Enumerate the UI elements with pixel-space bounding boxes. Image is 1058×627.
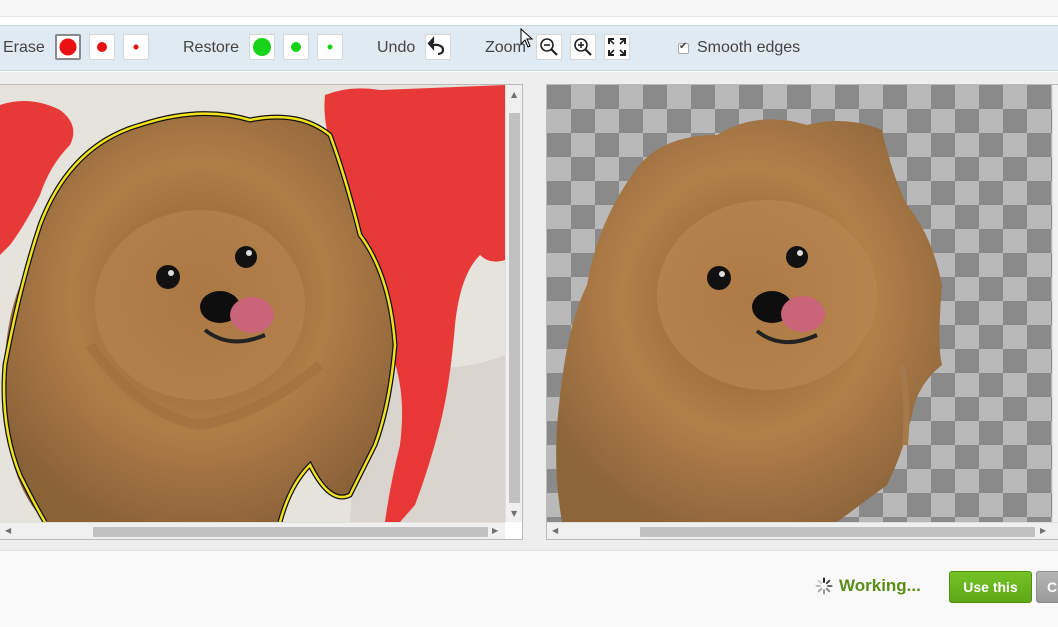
green-small-dot-icon xyxy=(327,44,333,50)
green-large-dot-icon xyxy=(253,38,271,56)
zoom-out-icon xyxy=(540,38,558,56)
image-editor: Erase Restore Undo Zoom ✔ Smooth edges ▲… xyxy=(0,0,1058,627)
left-vertical-scrollbar[interactable]: ▲ ▼ xyxy=(505,85,522,522)
scroll-right-arrow-icon[interactable]: ▶ xyxy=(1040,527,1046,535)
left-vertical-scroll-thumb[interactable] xyxy=(509,113,520,503)
erase-small-brush-button[interactable] xyxy=(123,34,149,60)
smooth-edges-label[interactable]: Smooth edges xyxy=(697,39,800,57)
right-horizontal-scroll-thumb[interactable] xyxy=(640,527,1035,537)
zoom-out-button[interactable] xyxy=(536,34,562,60)
scroll-right-arrow-icon[interactable]: ▶ xyxy=(492,527,498,535)
red-medium-dot-icon xyxy=(97,42,107,52)
right-horizontal-scrollbar[interactable]: ◀ ▶ xyxy=(547,522,1058,539)
zoom-in-icon xyxy=(574,38,592,56)
scroll-left-arrow-icon[interactable]: ◀ xyxy=(552,527,558,535)
green-medium-dot-icon xyxy=(291,42,301,52)
red-small-dot-icon xyxy=(133,44,139,50)
red-large-dot-icon xyxy=(59,38,77,56)
left-horizontal-scrollbar[interactable]: ◀ ▶ xyxy=(0,522,505,539)
top-strip xyxy=(0,0,1058,17)
edit-canvas-panel[interactable]: ▲ ▼ ◀ ▶ xyxy=(0,84,523,540)
use-this-button[interactable]: Use this xyxy=(949,571,1032,603)
mouse-pointer-icon xyxy=(520,28,534,48)
fit-to-screen-button[interactable] xyxy=(604,34,630,60)
scroll-left-arrow-icon[interactable]: ◀ xyxy=(5,527,11,535)
undo-button[interactable] xyxy=(425,34,451,60)
erase-large-brush-button[interactable] xyxy=(55,34,81,60)
dog-cutout-preview xyxy=(556,119,942,522)
erase-label: Erase xyxy=(3,39,45,56)
preview-panel[interactable]: ◀ ▶ xyxy=(546,84,1058,540)
restore-large-brush-button[interactable] xyxy=(249,34,275,60)
left-horizontal-scroll-thumb[interactable] xyxy=(93,527,488,537)
loading-spinner-icon xyxy=(815,577,833,595)
right-vertical-scrollbar[interactable] xyxy=(1052,85,1058,522)
dog-photo-with-mask xyxy=(0,85,505,524)
scroll-up-arrow-icon[interactable]: ▲ xyxy=(511,91,517,99)
restore-medium-brush-button[interactable] xyxy=(283,34,309,60)
scroll-down-arrow-icon[interactable]: ▼ xyxy=(511,510,517,518)
cancel-button[interactable]: C xyxy=(1036,571,1058,603)
undo-icon xyxy=(427,36,445,56)
fit-screen-icon xyxy=(608,38,626,56)
restore-small-brush-button[interactable] xyxy=(317,34,343,60)
undo-label: Undo xyxy=(377,39,416,56)
zoom-in-button[interactable] xyxy=(570,34,596,60)
edit-photo[interactable] xyxy=(0,85,505,524)
smooth-edges-checkbox[interactable] xyxy=(678,41,689,54)
restore-label: Restore xyxy=(183,39,240,56)
erase-medium-brush-button[interactable] xyxy=(89,34,115,60)
status-text: Working... xyxy=(839,576,921,595)
